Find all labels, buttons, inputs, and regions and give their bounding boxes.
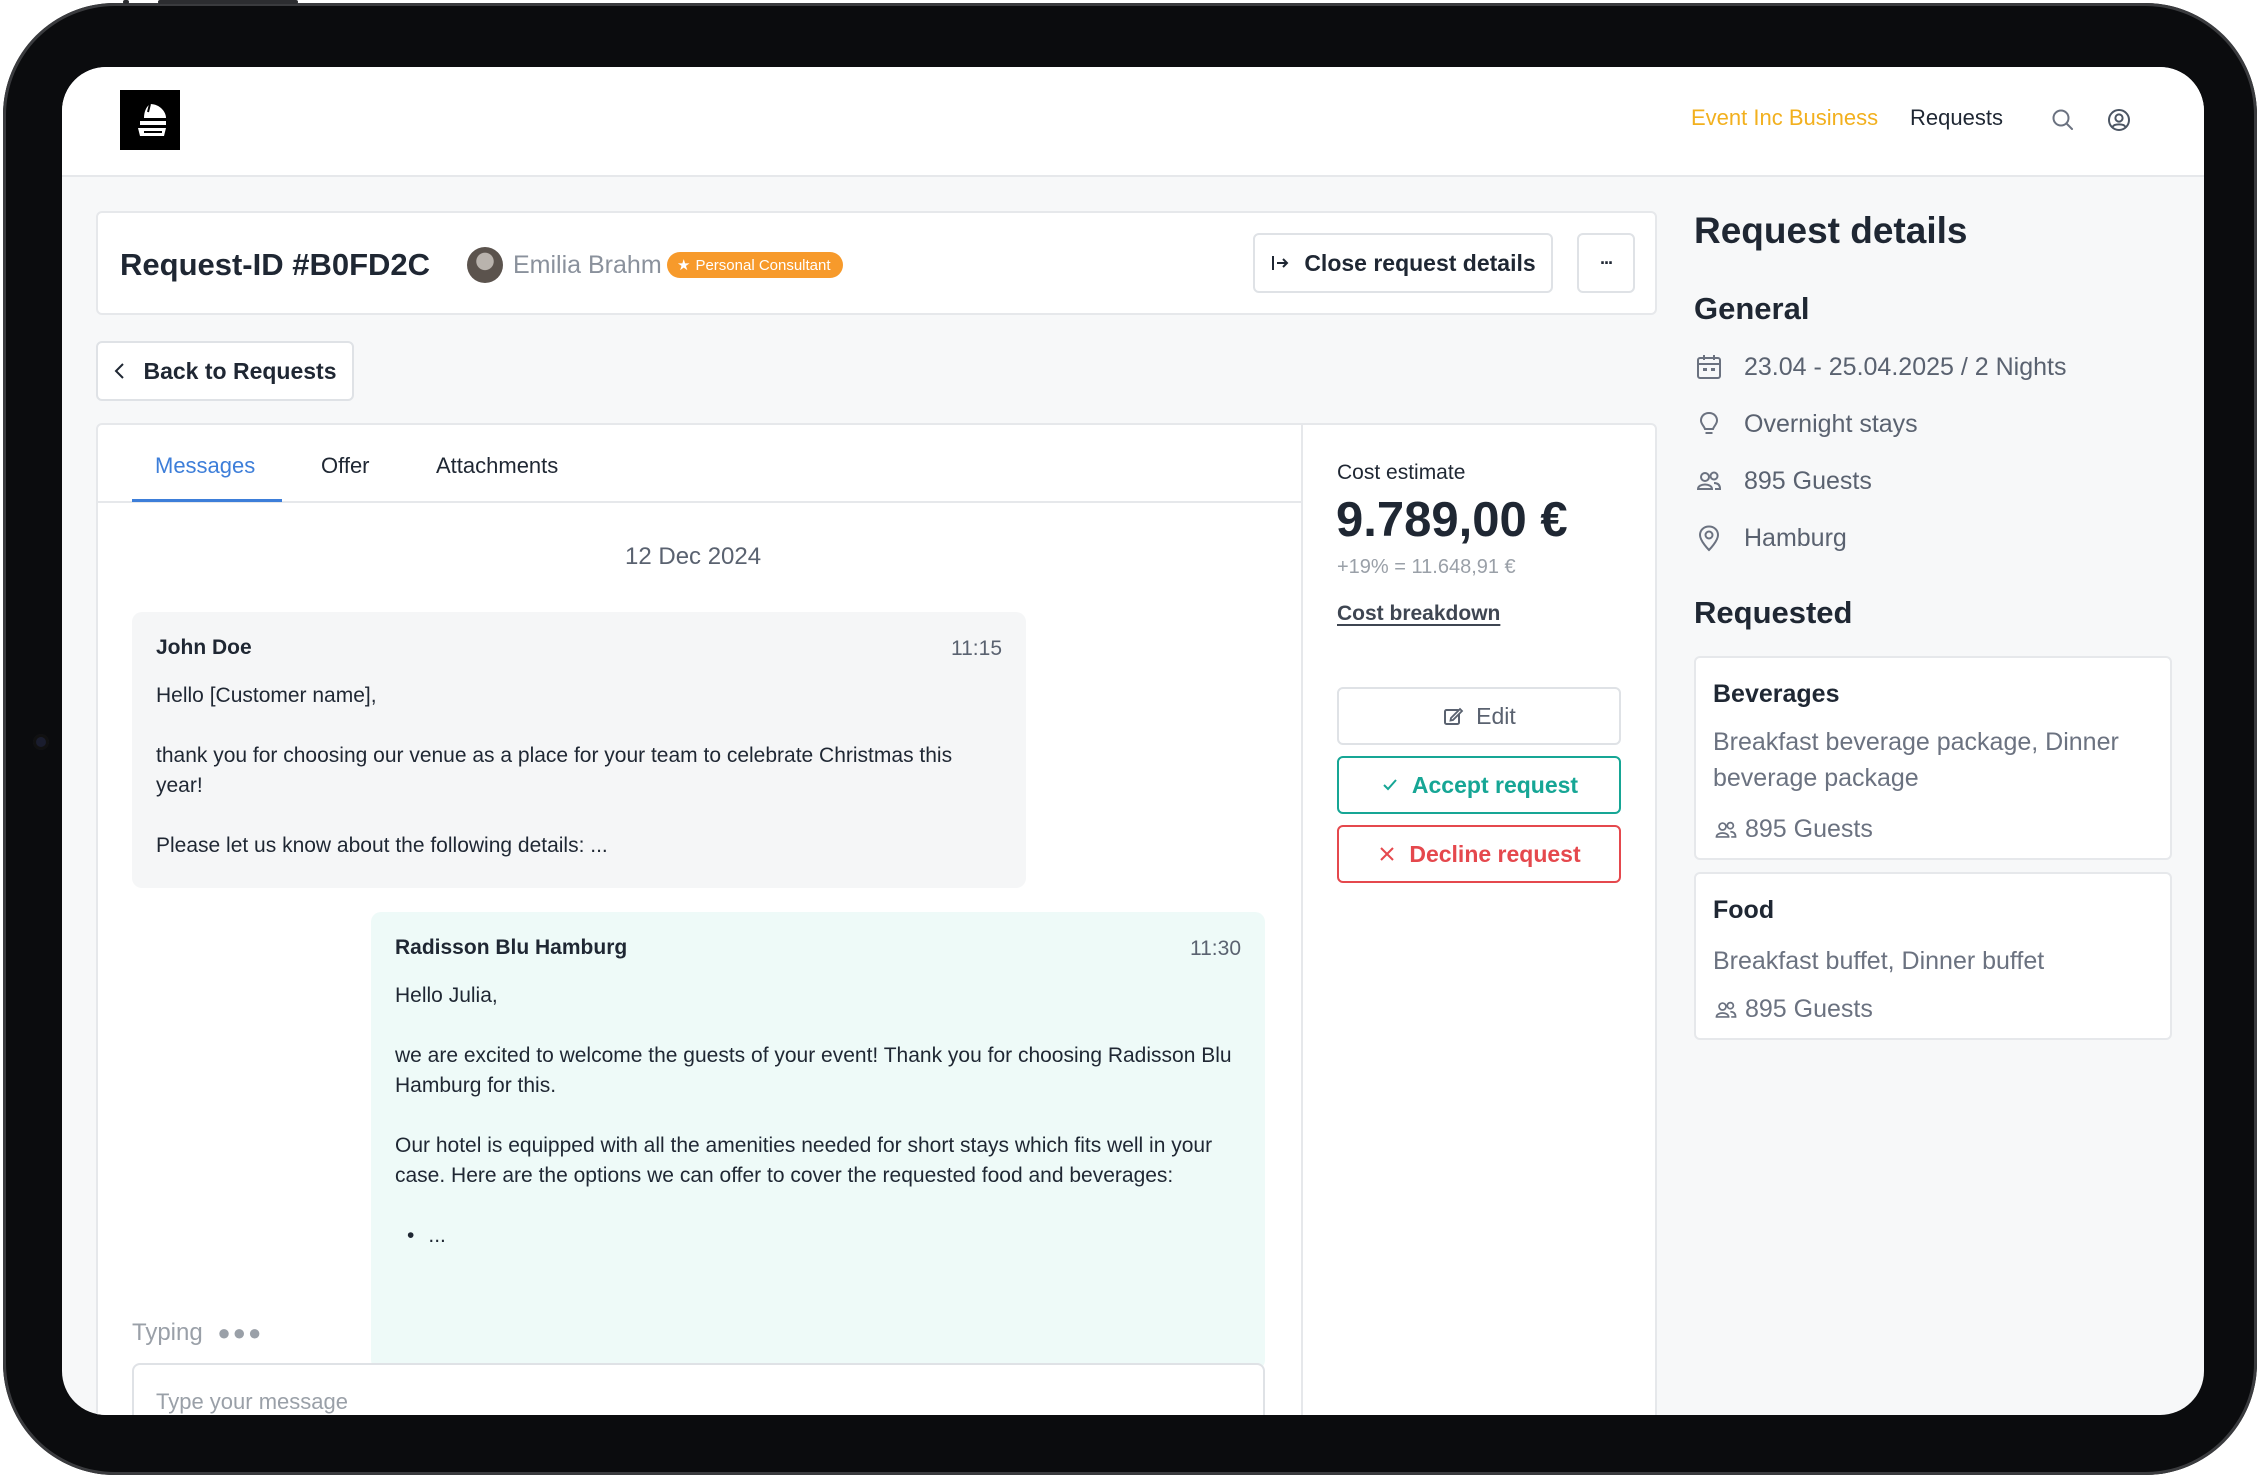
user-icon[interactable] <box>2106 107 2132 133</box>
app-logo[interactable] <box>120 90 180 150</box>
more-options-button[interactable]: ··· <box>1577 233 1635 293</box>
check-icon <box>1383 779 1397 791</box>
top-navigation-bar: Event Inc Business Requests <box>62 67 2204 177</box>
accept-request-label: Accept request <box>1411 771 1579 798</box>
column-divider <box>1301 424 1303 1415</box>
requested-heading: Requested <box>1694 595 1853 630</box>
back-to-requests-label: Back to Requests <box>143 357 337 384</box>
edit-button[interactable]: Edit <box>1337 687 1621 745</box>
edit-icon <box>1444 707 1464 725</box>
requested-item-guests-text: 895 Guests <box>1745 995 1873 1023</box>
bullet-text: ... <box>428 1224 446 1247</box>
message-date: 12 Dec 2024 <box>625 543 762 570</box>
nav-brand-link[interactable]: Event Inc Business <box>1691 105 1878 131</box>
nav-requests-link[interactable]: Requests <box>1910 105 2003 131</box>
general-heading: General <box>1694 291 1810 326</box>
close-icon <box>1380 847 1395 861</box>
message-author: John Doe <box>156 636 252 659</box>
calendar-icon <box>1697 355 1721 379</box>
detail-dates-text: 23.04 - 25.04.2025 / 2 Nights <box>1744 352 2067 381</box>
request-header-card: Request-ID #B0FD2C Emilia Brahm ★ Person… <box>96 211 1657 315</box>
request-details-title: Request details <box>1694 210 1968 251</box>
location-pin-icon <box>1698 525 1720 552</box>
message-text: Hello Julia, we are excited to welcome t… <box>395 981 1241 1251</box>
exit-arrow-icon <box>1272 256 1289 270</box>
message-bubble-incoming: John Doe 11:15 Hello [Customer name], th… <box>132 612 1026 888</box>
message-line: Please let us know about the following d… <box>156 834 608 857</box>
tab-attachments[interactable]: Attachments <box>436 453 558 479</box>
detail-location-text: Hamburg <box>1744 523 1847 552</box>
users-icon <box>1715 821 1737 838</box>
search-icon[interactable] <box>2050 107 2076 133</box>
decline-request-button[interactable]: Decline request <box>1337 825 1621 883</box>
message-input-box[interactable]: Type your message <box>132 1363 1265 1415</box>
requested-item-food: Food Breakfast buffet, Dinner buffet 895… <box>1694 872 2172 1040</box>
tab-messages-underline <box>132 499 282 502</box>
decline-request-label: Decline request <box>1409 840 1581 867</box>
consultant-name: Emilia Brahm <box>513 251 662 279</box>
users-icon <box>1696 471 1722 490</box>
message-line: we are excited to welcome the guests of … <box>395 1044 1232 1097</box>
more-dots-icon: ··· <box>1600 252 1614 273</box>
detail-stay-type-text: Overnight stays <box>1744 409 1918 438</box>
message-bubble-outgoing: Radisson Blu Hamburg 11:30 Hello Julia, … <box>371 912 1265 1370</box>
camera <box>33 734 49 750</box>
cost-breakdown-link[interactable]: Cost breakdown <box>1337 602 1500 626</box>
requested-item-beverages: Beverages Breakfast beverage package, Di… <box>1694 656 2172 860</box>
consultant-badge: ★ Personal Consultant <box>667 252 843 278</box>
detail-stay-type: Overnight stays <box>1694 409 1918 439</box>
message-bullet: •... <box>395 1221 1241 1251</box>
typing-dots-icon: ●●● <box>217 1320 264 1345</box>
message-line: Hello [Customer name], <box>156 684 377 707</box>
top-button <box>123 0 129 4</box>
requested-item-description: Breakfast buffet, Dinner buffet <box>1713 947 2045 975</box>
message-line: Hello Julia, <box>395 984 498 1007</box>
bullet-dot: • <box>407 1224 415 1247</box>
close-request-details-label: Close request details <box>1304 249 1536 276</box>
tablet-frame: Event Inc Business Requests Request-ID #… <box>3 0 2257 1475</box>
requested-item-guests-text: 895 Guests <box>1745 815 1873 843</box>
users-icon <box>1715 1001 1737 1018</box>
chevron-left-icon <box>115 363 125 379</box>
lightbulb-icon <box>1699 411 1719 434</box>
consultant-avatar <box>467 247 503 283</box>
star-icon: ★ <box>677 257 691 274</box>
message-line: Our hotel is equipped with all the ameni… <box>395 1134 1213 1187</box>
cost-tax-line: +19% = 11.648,91 € <box>1337 556 1516 578</box>
message-time: 11:15 <box>951 637 1002 660</box>
requested-item-guests: 895 Guests <box>1713 995 1873 1024</box>
accept-request-button[interactable]: Accept request <box>1337 756 1621 814</box>
requested-item-guests: 895 Guests <box>1713 815 1873 844</box>
message-input-placeholder: Type your message <box>156 1389 348 1414</box>
requested-item-title: Beverages <box>1713 680 1840 708</box>
requested-item-title: Food <box>1713 896 1775 924</box>
typing-indicator: Typing ●●● <box>132 1319 263 1347</box>
tab-messages[interactable]: Messages <box>155 453 255 479</box>
requested-item-description: Breakfast beverage package, Dinner bever… <box>1713 728 2119 792</box>
badge-label: Personal Consultant <box>695 256 831 274</box>
tab-offer[interactable]: Offer <box>321 453 370 479</box>
detail-dates: 23.04 - 25.04.2025 / 2 Nights <box>1694 352 2066 382</box>
message-author: Radisson Blu Hamburg <box>395 936 628 959</box>
message-time: 11:30 <box>1190 937 1241 960</box>
back-to-requests-button[interactable]: Back to Requests <box>96 341 354 401</box>
close-request-details-button[interactable]: Close request details <box>1253 233 1553 293</box>
gramophone-icon <box>138 103 166 136</box>
screen: Event Inc Business Requests Request-ID #… <box>62 67 2204 1415</box>
detail-location: Hamburg <box>1694 523 1847 553</box>
edit-label: Edit <box>1476 702 1516 729</box>
typing-label: Typing <box>132 1319 203 1346</box>
cost-estimate-label: Cost estimate <box>1337 461 1466 484</box>
message-text: Hello [Customer name], thank you for cho… <box>156 681 1002 891</box>
message-line: thank you for choosing our venue as a pl… <box>156 744 953 797</box>
top-button-long <box>158 0 298 4</box>
request-id: Request-ID #B0FD2C <box>120 247 431 282</box>
detail-guests-text: 895 Guests <box>1744 466 1872 495</box>
cost-estimate-amount: 9.789,00 € <box>1336 493 1568 547</box>
detail-guests: 895 Guests <box>1694 466 1872 496</box>
